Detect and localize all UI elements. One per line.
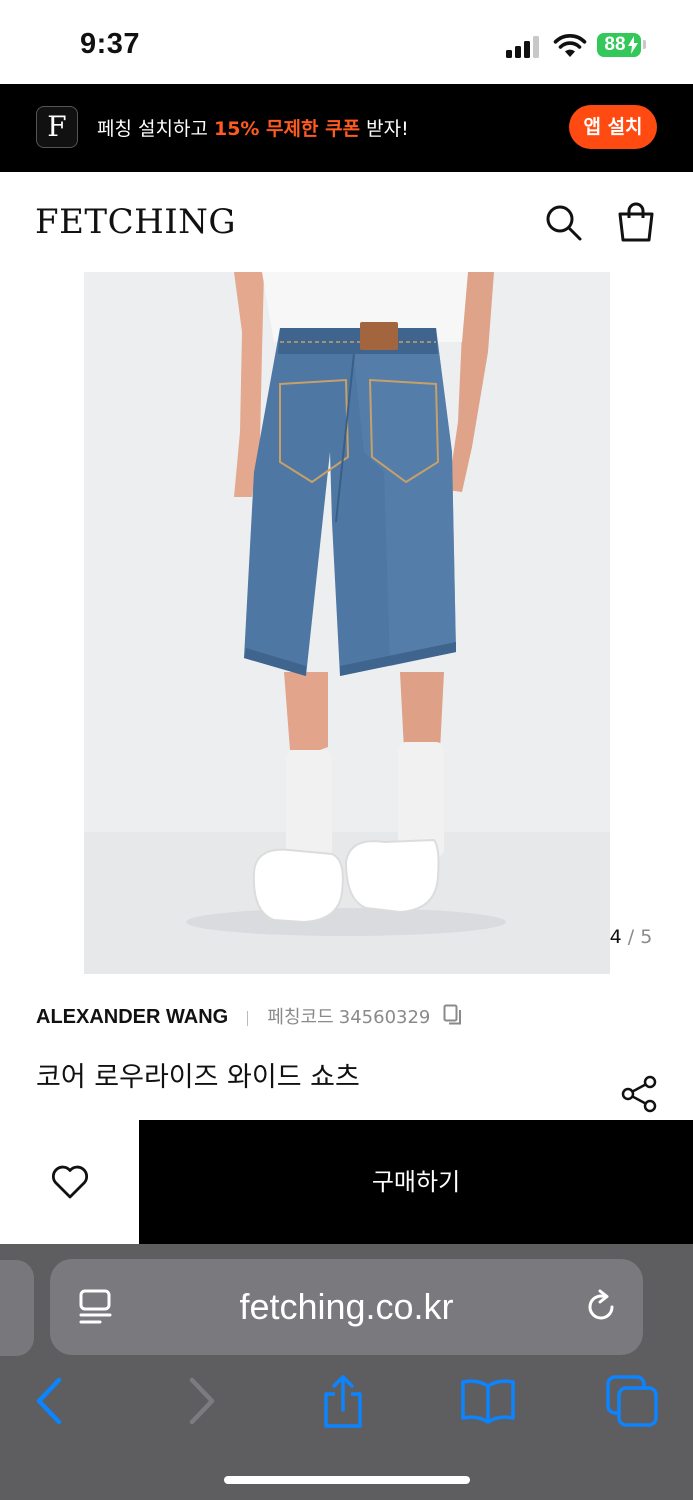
- wishlist-area: [0, 1120, 139, 1244]
- install-app-button[interactable]: 앱 설치: [569, 105, 657, 149]
- tabs-icon[interactable]: [604, 1374, 660, 1430]
- signal-icon: [506, 36, 542, 58]
- fetching-code-value: 34560329: [338, 1007, 431, 1028]
- share-icon[interactable]: [620, 1074, 660, 1114]
- wifi-icon: [553, 34, 587, 57]
- status-bar: 9:37 88: [0, 0, 693, 84]
- battery-cap: [643, 40, 646, 49]
- promo-message: 페칭 설치하고 15% 무제한 쿠폰 받자!: [97, 114, 409, 141]
- home-indicator[interactable]: [224, 1476, 470, 1484]
- reader-icon[interactable]: [78, 1289, 114, 1327]
- promo-text-prefix: 페칭 설치하고: [97, 118, 214, 140]
- product-name: 코어 로우라이즈 와이드 쇼츠: [36, 1062, 360, 1093]
- brand-divider: [247, 1011, 249, 1026]
- fetching-logo[interactable]: FETCHING: [35, 202, 236, 242]
- fetching-app-logo: F: [36, 106, 78, 148]
- product-brand[interactable]: ALEXANDER WANG: [36, 1006, 228, 1028]
- gallery-total: 5: [640, 926, 653, 948]
- promo-text-suffix: 받자!: [360, 118, 409, 140]
- brand-row: ALEXANDER WANG 페칭코드 34560329: [36, 1003, 463, 1029]
- fetching-code-label: 페칭코드: [267, 1007, 334, 1028]
- app-promo-banner: F 페칭 설치하고 15% 무제한 쿠폰 받자! 앱 설치: [0, 84, 693, 172]
- gallery-separator: /: [627, 926, 635, 948]
- copy-icon[interactable]: [443, 1004, 463, 1026]
- gallery-counter: 4 / 5: [596, 926, 666, 948]
- gallery-current: 4: [609, 926, 622, 948]
- address-bar[interactable]: fetching.co.kr: [50, 1259, 643, 1355]
- search-icon[interactable]: [543, 202, 583, 242]
- browser-toolbar: fetching.co.kr: [0, 1244, 693, 1500]
- back-icon[interactable]: [22, 1374, 78, 1430]
- share-icon[interactable]: [315, 1374, 371, 1430]
- site-header: FETCHING: [0, 172, 693, 272]
- shopping-bag-icon[interactable]: [614, 200, 658, 244]
- battery-charging-icon: 88: [597, 33, 641, 57]
- product-photo: [84, 272, 610, 974]
- heart-icon[interactable]: [49, 1161, 91, 1203]
- reload-icon[interactable]: [583, 1289, 619, 1325]
- product-image[interactable]: [84, 272, 610, 974]
- status-time: 9:37: [80, 28, 141, 60]
- promo-text-highlight: 15% 무제한 쿠폰: [213, 118, 361, 140]
- buy-button[interactable]: 구매하기: [139, 1120, 693, 1244]
- address-url[interactable]: fetching.co.kr: [50, 1259, 643, 1355]
- forward-icon[interactable]: [173, 1374, 229, 1430]
- bookmarks-icon[interactable]: [460, 1374, 516, 1430]
- previous-tab-preview[interactable]: [0, 1260, 34, 1356]
